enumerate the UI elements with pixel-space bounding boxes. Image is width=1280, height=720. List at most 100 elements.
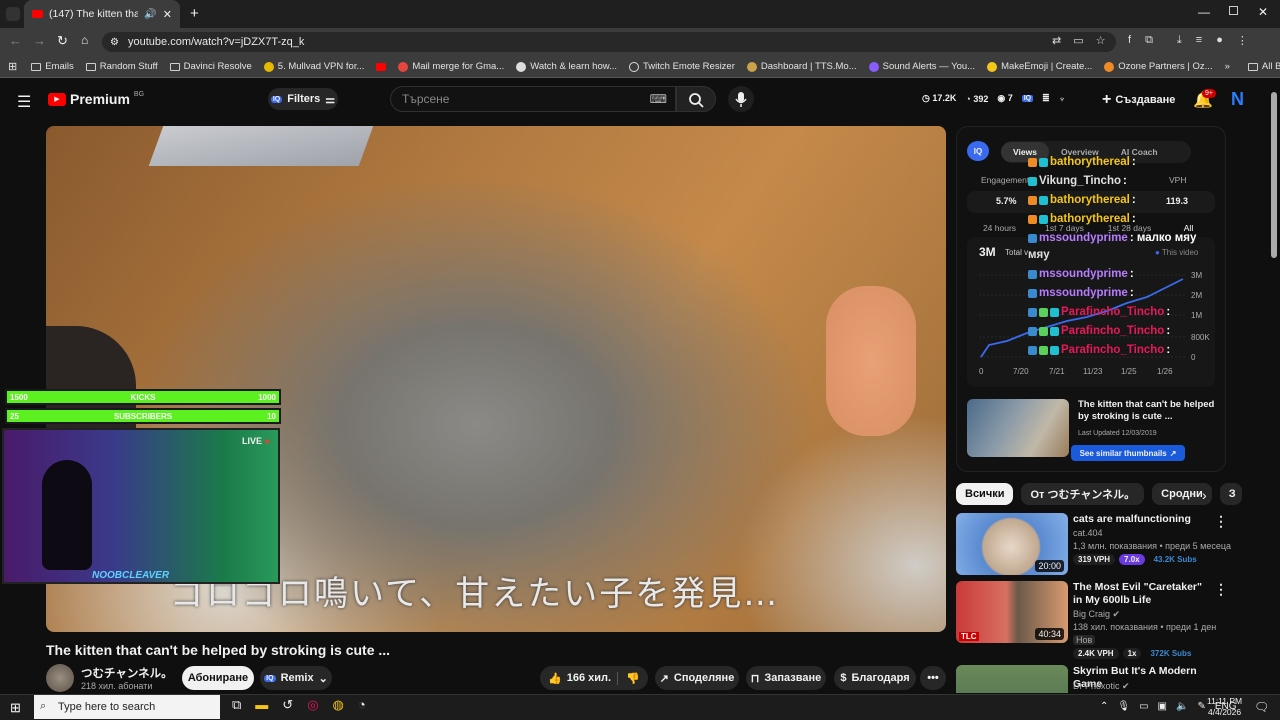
site-info-icon[interactable]: ⚙: [110, 37, 119, 48]
bookmark-random-stuff[interactable]: Random Stuff: [85, 61, 158, 72]
hamburger-menu-icon[interactable]: ☰: [17, 92, 31, 112]
bookmark-davinci[interactable]: Davinci Resolve: [169, 61, 252, 72]
bookmark-ozone[interactable]: Ozone Partners | Oz...: [1104, 61, 1213, 72]
panel-thumbnail[interactable]: [967, 399, 1069, 457]
new-tab-icon[interactable]: +: [190, 5, 199, 22]
video-channel[interactable]: Dr Phoxotic ✔: [1073, 681, 1130, 692]
search-input[interactable]: Търсене ⌨: [390, 86, 676, 112]
app-icon[interactable]: ◎: [307, 697, 318, 713]
browser-tab[interactable]: (147) The kitten that can't be helped 🔊 …: [24, 0, 180, 28]
iq-icon[interactable]: IQ: [1021, 95, 1034, 102]
hand-blur: [826, 286, 916, 436]
tray-chevron-icon[interactable]: ⌃: [1100, 701, 1108, 712]
video-thumbnail[interactable]: 20:00: [956, 513, 1068, 575]
subscribe-button[interactable]: Абониране: [182, 666, 254, 690]
bookmark-mail-merge[interactable]: Mail merge for Gma...: [398, 61, 504, 72]
cast-icon[interactable]: ▭: [1073, 34, 1083, 47]
back-icon[interactable]: ←: [9, 33, 22, 48]
windows-start-icon[interactable]: ⊞: [10, 700, 21, 716]
bookmark-star-icon[interactable]: ☆: [1096, 34, 1106, 47]
thumbs-down-icon[interactable]: 👎: [617, 671, 640, 685]
forward-icon[interactable]: →: [33, 33, 46, 48]
tab-search-button[interactable]: [6, 7, 20, 21]
share-button[interactable]: ↗ Споделяне: [655, 666, 739, 690]
reload-icon[interactable]: ↻: [57, 33, 68, 49]
video-menu-icon[interactable]: ⋮: [1214, 513, 1228, 530]
taskbar-search[interactable]: Type here to search: [34, 695, 220, 719]
bookmark-sound-alerts[interactable]: Sound Alerts — You...: [868, 61, 975, 72]
related-video[interactable]: 40:34 TLC The Most Evil "Caretaker" in My…: [956, 581, 1228, 659]
bookmark-watch-learn[interactable]: Watch & learn how...: [516, 61, 617, 72]
dollar-icon: $: [840, 672, 847, 684]
chip-channel[interactable]: От つむチャンネル。: [1021, 483, 1145, 505]
volume-icon[interactable]: 🔈: [1176, 701, 1188, 712]
all-bookmarks[interactable]: All Bookmarks: [1247, 61, 1280, 72]
chrome-icon[interactable]: ◍: [333, 697, 344, 713]
font-icon[interactable]: f: [1128, 34, 1131, 47]
app-icon[interactable]: ↺: [282, 697, 293, 713]
download-icon[interactable]: ⤓: [1177, 34, 1182, 47]
search-button[interactable]: [676, 86, 716, 112]
similar-thumbnails-button[interactable]: See similar thumbnails ↗: [1071, 445, 1185, 461]
voice-search-button[interactable]: [728, 86, 754, 112]
bookmark-emote-resizer[interactable]: Twitch Emote Resizer: [629, 61, 735, 72]
more-actions-button[interactable]: •••: [920, 666, 946, 690]
range-24h[interactable]: 24 hours: [967, 223, 1032, 233]
rocket-icon[interactable]: ♆: [1059, 94, 1066, 104]
network-icon[interactable]: ▣: [1158, 701, 1167, 712]
clock[interactable]: 11:11 PM 4/4/2026: [1207, 696, 1242, 718]
chevron-right-icon[interactable]: ›: [1202, 487, 1207, 503]
youtube-logo[interactable]: ▶ Premium BG: [48, 91, 144, 107]
translate-icon[interactable]: ⇄: [1052, 34, 1061, 47]
tab-audio-icon[interactable]: 🔊: [144, 9, 156, 20]
task-view-icon[interactable]: ⧉: [232, 697, 241, 713]
related-video[interactable]: Skyrim But It's A Modern Game Dr Phoxoti…: [956, 665, 1216, 693]
restore-icon[interactable]: [1229, 6, 1238, 15]
app-icon[interactable]: ◔: [358, 697, 366, 713]
address-bar[interactable]: youtube.com/watch?v=jDZX7T-zq_k: [102, 32, 1116, 52]
video-channel[interactable]: Big Craig ✔: [1073, 609, 1120, 620]
chip-more[interactable]: З: [1219, 483, 1242, 505]
page-scrollbar[interactable]: [1271, 92, 1277, 258]
remix-button[interactable]: IQ Remix ⌄: [260, 666, 332, 690]
save-button[interactable]: ⊓ Запазване: [746, 666, 826, 690]
list-icon[interactable]: ≣: [1042, 93, 1050, 104]
video-menu-icon[interactable]: ⋮: [1214, 581, 1228, 598]
create-button[interactable]: + Създаване: [1102, 91, 1175, 109]
related-video[interactable]: 20:00 cats are malfunctioning cat.404 1,…: [956, 513, 1231, 577]
notification-center-icon[interactable]: 🗨: [1254, 700, 1269, 714]
tray-mic-icon[interactable]: 🎙: [1117, 701, 1130, 712]
profile-icon[interactable]: ●: [1216, 34, 1223, 47]
keyboard-icon[interactable]: ⌨: [650, 92, 667, 106]
panel-thumb-title: The kitten that can't be helped by strok…: [1078, 399, 1215, 422]
apps-grid-icon[interactable]: ⊞: [8, 60, 17, 73]
bookmark-emails[interactable]: Emails: [31, 61, 74, 72]
bookmark-tts[interactable]: Dashboard | TTS.Mo...: [746, 61, 857, 72]
bookmark-mullvad[interactable]: 5. Mullvad VPN for...: [263, 61, 364, 72]
file-explorer-icon[interactable]: ▬: [255, 697, 268, 713]
video-channel[interactable]: cat.404: [1073, 528, 1103, 538]
browser-menu-icon[interactable]: ⋮: [1237, 34, 1248, 47]
like-button[interactable]: 👍 166 хил. 👎: [540, 666, 648, 690]
video-thumbnail[interactable]: 40:34 TLC: [956, 581, 1068, 643]
extensions-icon[interactable]: ⧉: [1145, 34, 1153, 47]
tray-icon[interactable]: ▭: [1139, 701, 1148, 712]
bookmark-youtube[interactable]: [376, 62, 387, 71]
bookmark-makeemoji[interactable]: MakeEmoji | Create...: [987, 61, 1092, 72]
search-icon: ⌕: [40, 700, 47, 712]
channel-avatar[interactable]: [46, 664, 74, 692]
tab-close-icon[interactable]: ✕: [163, 8, 172, 21]
channel-name[interactable]: つむチャンネル。: [81, 665, 173, 681]
window-close-icon[interactable]: ✕: [1258, 5, 1268, 19]
filters-button[interactable]: IQ Filters ⚌: [268, 88, 338, 110]
chip-all[interactable]: Всички: [956, 483, 1014, 505]
minimize-icon[interactable]: —: [1198, 5, 1210, 19]
avatar[interactable]: N: [1231, 89, 1244, 110]
tray-icon[interactable]: ✎: [1197, 701, 1205, 712]
thanks-button[interactable]: $ Благодаря: [834, 666, 916, 690]
more-bookmarks-icon[interactable]: »: [1225, 61, 1230, 72]
video-thumbnail[interactable]: [956, 665, 1068, 693]
reading-list-icon[interactable]: ≡: [1196, 34, 1202, 47]
home-icon[interactable]: ⌂: [81, 33, 88, 47]
video-menu-icon[interactable]: ⋮: [1214, 665, 1216, 682]
